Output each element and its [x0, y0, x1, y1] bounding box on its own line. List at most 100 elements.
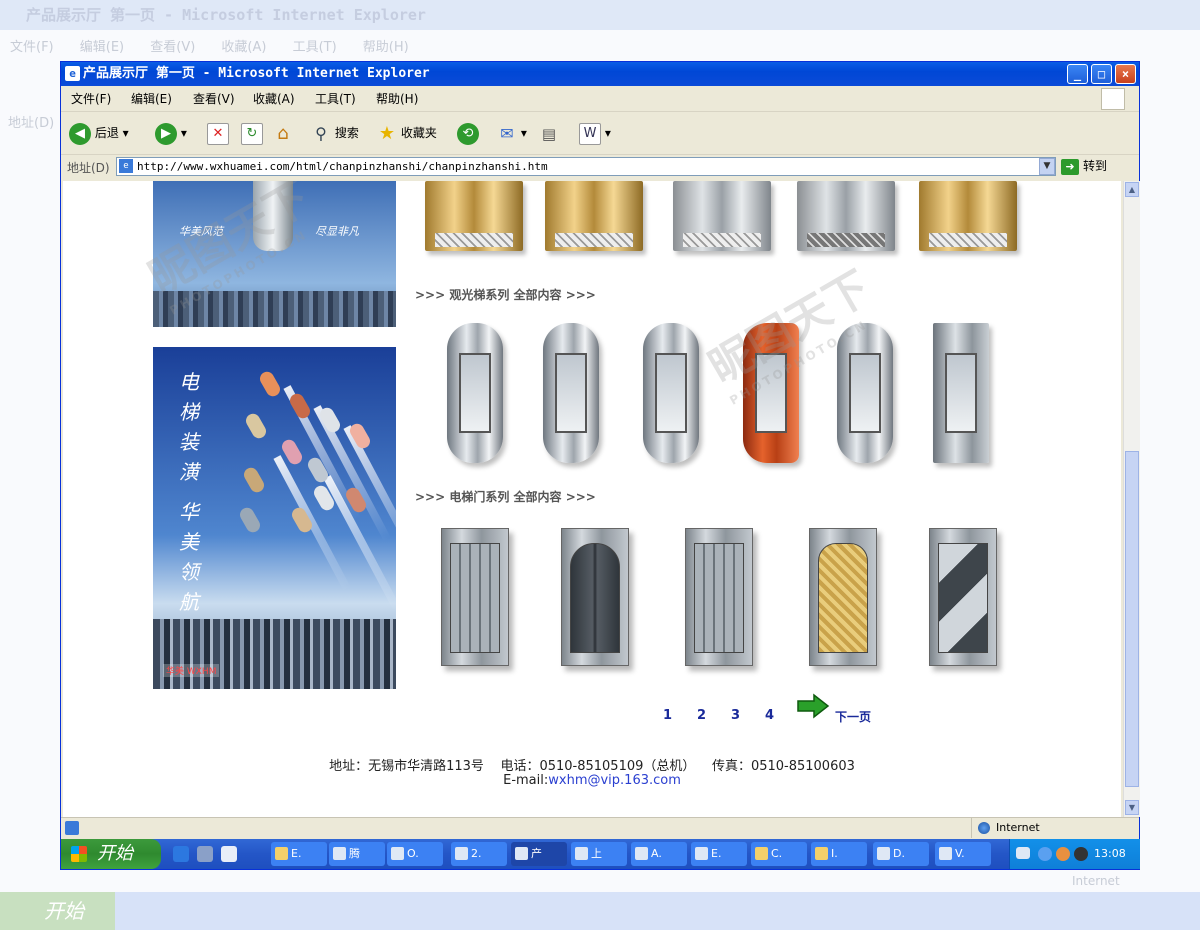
taskbar-item[interactable]: C. — [751, 842, 807, 866]
keyboard-icon[interactable] — [1016, 847, 1030, 859]
page-link-1[interactable]: 1 — [663, 708, 672, 723]
globe-icon — [978, 822, 990, 834]
vertical-scrollbar[interactable]: ▲ ▼ — [1123, 181, 1140, 817]
sightseeing-elevator-item[interactable] — [447, 323, 503, 463]
banner1-right-text: 尽显非凡 — [315, 225, 359, 238]
favorites-label: 收藏夹 — [400, 126, 437, 140]
mail-button[interactable]: ✉ ▾ — [497, 121, 527, 145]
title-bar[interactable]: e 产品展示厅 第一页 - Microsoft Internet Explore… — [61, 62, 1139, 86]
menu-favorites[interactable]: 收藏(A) — [253, 87, 295, 111]
banner2-slogan-column-2: 华美领航 — [179, 500, 199, 614]
background-start-label: 开始 — [0, 892, 115, 930]
sightseeing-elevator-item[interactable] — [933, 323, 989, 463]
sightseeing-elevator-item[interactable] — [643, 323, 699, 463]
menu-help[interactable]: 帮助(H) — [376, 87, 418, 111]
cabin-interior-item[interactable] — [425, 181, 523, 251]
scroll-up-button[interactable]: ▲ — [1125, 182, 1139, 197]
menu-tools[interactable]: 工具(T) — [315, 87, 356, 111]
address-url: http://www.wxhuamei.com/html/chanpinzhan… — [137, 160, 548, 173]
taskbar-item[interactable]: I. — [811, 842, 867, 866]
refresh-button[interactable]: ↻ — [241, 121, 263, 145]
scroll-down-button[interactable]: ▼ — [1125, 800, 1139, 815]
taskbar-item[interactable]: 腾 — [329, 842, 385, 866]
taskbar-item[interactable]: 上 — [571, 842, 627, 866]
back-label: 后退 — [94, 126, 119, 140]
elevator-door-item[interactable] — [929, 528, 997, 666]
word-edit-icon: W — [579, 122, 601, 145]
stop-icon: ✕ — [207, 122, 229, 145]
stop-button[interactable]: ✕ — [207, 121, 229, 145]
forward-button[interactable]: ▶ ▾ — [155, 121, 187, 145]
taskbar-item-active[interactable]: 产 — [511, 842, 567, 866]
page-link-2[interactable]: 2 — [697, 708, 706, 723]
cabin-interior-item[interactable] — [919, 181, 1017, 251]
taskbar-item[interactable]: O. — [387, 842, 443, 866]
elevator-door-item[interactable] — [809, 528, 877, 666]
footer-phone: 电话：0510-85105109（总机） — [500, 759, 696, 774]
page-link-3[interactable]: 3 — [731, 708, 740, 723]
close-button[interactable]: × — [1115, 64, 1136, 84]
banner-elevator-cabin — [253, 181, 293, 251]
tray-expand-icon[interactable] — [1038, 847, 1052, 861]
banner2-brand-logo: 华美 WXHM — [163, 664, 220, 677]
elevator-door-item[interactable] — [441, 528, 509, 666]
taskbar-item[interactable]: 2. — [451, 842, 507, 866]
menu-bar: 文件(F) 编辑(E) 查看(V) 收藏(A) 工具(T) 帮助(H) — [61, 87, 1139, 112]
address-label: 地址(D) — [67, 161, 110, 175]
next-page-link[interactable]: 下一页 — [835, 708, 871, 725]
minimize-button[interactable]: _ — [1067, 64, 1088, 84]
elevator-door-item[interactable] — [685, 528, 753, 666]
edit-button[interactable]: W ▾ — [579, 121, 611, 145]
banner-elevator-decoration[interactable]: 电梯装潢 华美领航 华美 WXHM — [153, 347, 396, 689]
background-taskbar — [0, 892, 1200, 930]
address-dropdown-button[interactable]: ▼ — [1039, 158, 1055, 175]
mail-icon: ✉ — [500, 123, 514, 143]
go-button[interactable]: ➜ 转到 — [1061, 157, 1107, 176]
history-icon: ⟲ — [457, 122, 479, 145]
windows-logo-icon — [1101, 88, 1125, 110]
menu-file[interactable]: 文件(F) — [71, 87, 111, 111]
banner-sightseeing-elevator[interactable]: 华美风范 尽显非凡 — [153, 181, 396, 327]
sightseeing-elevator-item[interactable] — [543, 323, 599, 463]
next-page-arrow-icon[interactable] — [796, 693, 830, 719]
favorites-button[interactable]: ★ 收藏夹 — [377, 121, 437, 145]
sightseeing-elevator-item[interactable] — [837, 323, 893, 463]
section-title-sightseeing[interactable]: >>> 观光梯系列 全部内容 >>> — [415, 286, 596, 303]
tray-app-icon[interactable] — [1056, 847, 1070, 861]
background-window-address-label: 地址(D) — [8, 116, 55, 131]
back-button[interactable]: ◀ 后退 ▾ — [69, 121, 129, 145]
quicklaunch-ie-icon[interactable] — [173, 846, 189, 862]
taskbar-item[interactable]: V. — [935, 842, 991, 866]
elevator-door-item[interactable] — [561, 528, 629, 666]
qq-icon[interactable] — [1074, 847, 1088, 861]
quicklaunch-show-desktop-icon[interactable] — [197, 846, 213, 862]
print-button[interactable]: ▤ — [539, 121, 559, 145]
search-label: 搜索 — [334, 126, 359, 140]
taskbar-item[interactable]: E. — [691, 842, 747, 866]
scroll-thumb[interactable] — [1125, 451, 1139, 787]
maximize-button[interactable]: □ — [1091, 64, 1112, 84]
section-title-doors[interactable]: >>> 电梯门系列 全部内容 >>> — [415, 488, 596, 505]
footer-address: 地址：无锡市华清路113号 — [329, 759, 484, 774]
menu-view[interactable]: 查看(V) — [193, 87, 235, 111]
sightseeing-elevator-item[interactable] — [743, 323, 799, 463]
status-page-icon — [65, 821, 79, 835]
banner2-slogan-column-1: 电梯装潢 — [179, 370, 199, 484]
quicklaunch-media-icon[interactable] — [221, 846, 237, 862]
home-button[interactable]: ⌂ — [273, 121, 293, 145]
menu-edit[interactable]: 编辑(E) — [131, 87, 172, 111]
address-input[interactable]: e http://www.wxhuamei.com/html/chanpinzh… — [116, 157, 1056, 176]
cabin-interior-item[interactable] — [797, 181, 895, 251]
taskbar-item[interactable]: E. — [271, 842, 327, 866]
taskbar-item[interactable]: D. — [873, 842, 929, 866]
history-button[interactable]: ⟲ — [457, 121, 479, 145]
taskbar-item[interactable]: A. — [631, 842, 687, 866]
start-button[interactable]: 开始 — [61, 839, 161, 869]
background-window-status-zone: Internet — [1072, 874, 1120, 888]
search-button[interactable]: ⚲ 搜索 — [311, 121, 359, 145]
page-link-4[interactable]: 4 — [765, 708, 774, 723]
cabin-interior-item[interactable] — [673, 181, 771, 251]
cabin-interior-item[interactable] — [545, 181, 643, 251]
footer-email-link[interactable]: wxhm@vip.163.com — [548, 773, 681, 788]
background-window-title: 产品展示厅 第一页 - Microsoft Internet Explorer — [0, 0, 1200, 30]
